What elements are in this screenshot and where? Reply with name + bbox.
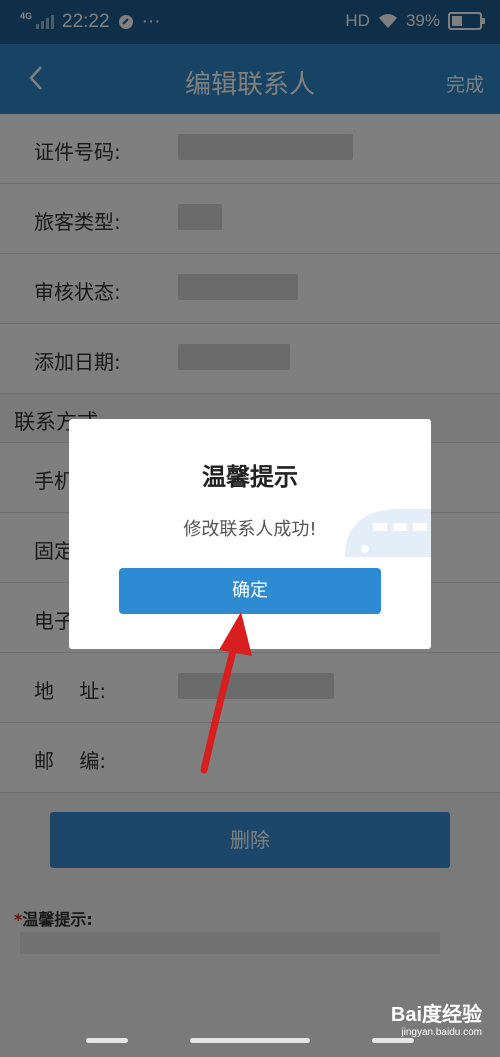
dialog-title: 温馨提示 <box>202 463 298 491</box>
dialog-message: 修改联系人成功! <box>183 519 317 540</box>
nav-gesture-recent[interactable] <box>372 1038 414 1043</box>
nav-gesture-back[interactable] <box>86 1038 128 1043</box>
alert-dialog: 温馨提示 修改联系人成功! 确定 <box>69 419 431 649</box>
watermark: Bai度经验 jingyan.baidu.com <box>391 998 482 1038</box>
watermark-brand: Bai度经验 <box>390 1004 482 1026</box>
watermark-url: jingyan.baidu.com <box>401 1027 482 1038</box>
nav-gesture-home[interactable] <box>190 1038 310 1043</box>
confirm-button[interactable]: 确定 <box>119 568 381 614</box>
